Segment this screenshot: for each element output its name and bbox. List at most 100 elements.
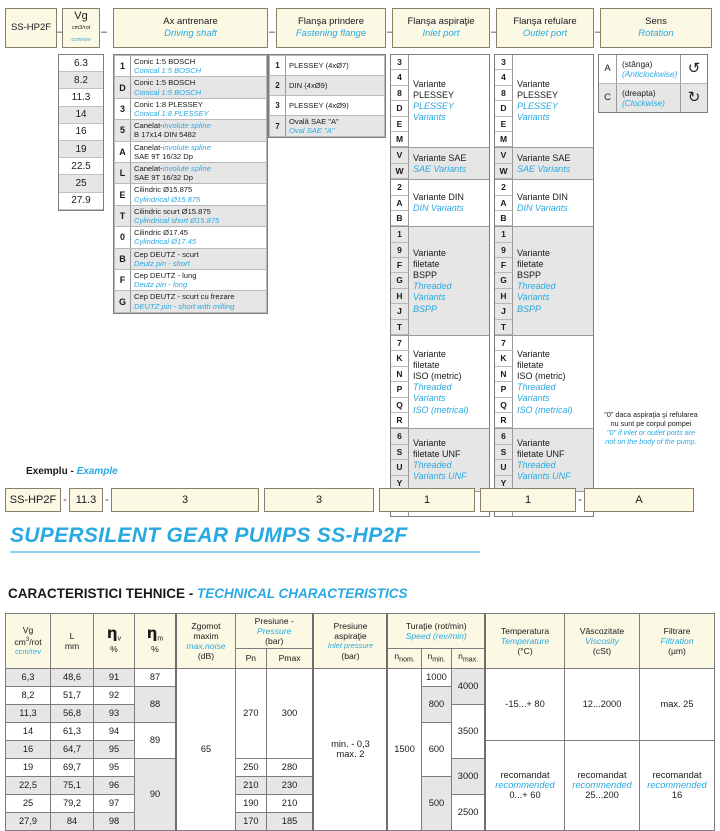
tech-filtration-rec-value: 16 xyxy=(671,790,683,801)
vg-value: 16 xyxy=(59,123,103,141)
inlet-port-desc-ro: Variante DIN xyxy=(413,192,464,202)
th-n-min-sub: min. xyxy=(432,656,446,664)
tech-header-row-1: Vg cm3/rot ccm/rev L mm ηv % ηm % Zgomot… xyxy=(5,613,715,669)
inlet-port-option-group[interactable]: 2 A B Variante DIN DIN Variants xyxy=(391,180,489,228)
shaft-desc-en: Deutz pin - long xyxy=(134,280,188,290)
inlet-port-code: K xyxy=(391,351,408,367)
th-inlet-pressure: Presiune aspiraţie Inlet pressure (bar) xyxy=(312,613,388,669)
tech-filtration-range: max. 25 xyxy=(639,667,715,741)
vg-value: 14 xyxy=(59,106,103,124)
example-code-cell: SS-HP2F xyxy=(5,488,61,512)
driving-shaft-description: Cep DEUTZ - scurt cu frezare DEUTZ pin - … xyxy=(130,290,267,313)
inlet-port-description: Variante filetate UNF Threaded Variants UNF xyxy=(409,429,489,491)
tech-pmax: 210 xyxy=(265,793,314,813)
inlet-port-code: F xyxy=(391,258,408,274)
driving-shaft-row[interactable]: B Cep DEUTZ - scurt Deutz pin - short xyxy=(114,247,267,271)
outlet-port-option-group[interactable]: 6 S U Y Variante filetate UNF Threaded Variants… xyxy=(495,429,593,492)
tech-vg: 16 xyxy=(5,739,51,759)
driving-shaft-row[interactable]: L Canelat-involute spline SAE 9T 16/32 Dp xyxy=(114,162,267,185)
shaft-header-box: Ax antrenare Driving shaft xyxy=(113,8,268,48)
outlet-port-desc-ro: ISO (metric) xyxy=(517,371,566,381)
rotation-option-row[interactable]: C (dreapta) (Clockwise) ↻ xyxy=(599,84,707,112)
example-code-cell: 1 xyxy=(379,488,475,512)
vg-values-table: 6.3 8.2 11.3 14 16 19 22.5 25 27.9 xyxy=(59,55,103,210)
th-eta-m-sub: m xyxy=(157,635,164,643)
outlet-port-option-group[interactable]: V W Variante SAE SAE Variants xyxy=(495,148,593,181)
tech-pn: 190 xyxy=(235,793,267,813)
inlet-port-desc-ro: filetate UNF xyxy=(413,448,461,459)
driving-shaft-row[interactable]: 5 Canelat-involute spline B 17x14 DIN 5482 xyxy=(114,119,267,142)
inlet-port-desc-en: Threaded xyxy=(413,281,452,292)
example-code-cell: 1 xyxy=(480,488,576,512)
tech-pmax: 230 xyxy=(265,775,314,795)
driving-shaft-row[interactable]: D Conic 1:5 BOSCH Conical 1:5 BOSCH xyxy=(114,76,267,99)
tech-l: 51,7 xyxy=(50,685,94,705)
inlet-port-code: 1 xyxy=(391,227,408,243)
tech-viscosity-rec-ro: recomandat xyxy=(577,770,627,781)
th-n-nom-sub: nom. xyxy=(399,656,415,664)
outlet-port-code: J xyxy=(495,304,512,320)
inlet-port-description: Variante DIN DIN Variants xyxy=(409,180,489,226)
outlet-port-code: N xyxy=(495,367,512,383)
driving-shaft-row[interactable]: 0 Cilindric Ø17.45 Cylindrical Ø17.45 xyxy=(114,226,267,249)
outlet-port-code-list: 6SUY xyxy=(495,429,513,491)
fastening-flange-row[interactable]: 3 PLESSEY (4xØ9) xyxy=(269,95,385,116)
rotation-header-box: Sens Rotation xyxy=(600,8,712,48)
driving-shaft-row[interactable]: T Cilindric scurt Ø15.875 Cylindrical shor… xyxy=(114,204,267,228)
tech-eta-v: 92 xyxy=(93,685,135,705)
inlet-port-option-group[interactable]: 3 4 8 D E M Variante PLESSEY PLESSEY Variants xyxy=(391,55,489,149)
outlet-port-option-group[interactable]: 2 A B Variante DIN DIN Variants xyxy=(495,180,593,228)
example-code-cell: 3 xyxy=(111,488,259,512)
shaft-desc-en: Cylindrical short Ø15.875 xyxy=(134,216,220,226)
tech-temperature-range: -15...+ 80 xyxy=(484,667,565,741)
fastening-flange-description: DIN (4xØ9) xyxy=(285,75,385,96)
th-temp-unit: (°C) xyxy=(517,645,533,656)
rotation-option-row[interactable]: A (stânga) (Anticlockwise) ↺ xyxy=(599,55,707,84)
fastening-flange-row[interactable]: 2 DIN (4xØ9) xyxy=(269,75,385,96)
inlet-port-desc-ro: Variante xyxy=(413,247,446,258)
outlet-port-code: M xyxy=(495,132,512,148)
outlet-port-desc-ro: Variante xyxy=(517,437,550,448)
driving-shaft-row[interactable]: F Cep DEUTZ - lung Deutz pin - long xyxy=(114,269,267,292)
outlet-port-code: A xyxy=(495,196,512,211)
inlet-port-option-group[interactable]: 1 9 F G H J T Variante filetate BSPP Threaded Varia… xyxy=(391,227,489,337)
driving-shaft-row[interactable]: 3 Conic 1:8 PLESSEY Conical 1:8 PLESSEY xyxy=(114,97,267,121)
fastening-flange-row[interactable]: 7 Ovală SAE "A" Oval SAE "A" xyxy=(269,114,385,138)
vg-unit-ro: cm3/rot xyxy=(71,25,91,31)
tech-l: 79,2 xyxy=(50,793,94,813)
inlet-port-desc-en: SAE Variants xyxy=(413,163,467,174)
th-inlet-unit: (bar) xyxy=(341,650,360,661)
tech-table-head: Vg cm3/rot ccm/rev L mm ηv % ηm % Zgomot… xyxy=(5,613,715,669)
th-noise-ro-1: Zgomot xyxy=(191,620,221,631)
inlet-port-code-list: 348DEM xyxy=(391,55,409,148)
driving-shaft-row[interactable]: A Canelat-involute spline SAE 9T 16/32 Dp xyxy=(114,140,267,164)
inlet-port-options-column: 3 4 8 D E M Variante PLESSEY PLESSEY Variants V W Va… xyxy=(390,54,490,518)
tech-pmax: 185 xyxy=(265,811,314,831)
driving-shaft-row[interactable]: G Cep DEUTZ - scurt cu frezare DEUTZ pin -… xyxy=(114,290,267,313)
driving-shaft-row[interactable]: E Cilindric Ø15.875 Cylindrical Ø15.875 xyxy=(114,183,267,206)
rotation-header-en: Rotation xyxy=(638,28,674,39)
outlet-port-code: 4 xyxy=(495,70,512,86)
outlet-port-option-group[interactable]: 1 9 F G H J T Variante filetate BSPP Threaded Varia… xyxy=(495,227,593,337)
inlet-port-option-group[interactable]: V W Variante SAE SAE Variants xyxy=(391,148,489,181)
shaft-desc-en: Conical 1:5 BOSCH xyxy=(134,87,202,97)
outlet-port-option-group[interactable]: 7 K N P Q R Variante filetate ISO (metric) Thread… xyxy=(495,336,593,430)
driving-shaft-row[interactable]: 1 Conic 1:5 BOSCH Conical 1:5 BOSCH xyxy=(114,54,267,78)
outlet-port-desc-ro: PLESSEY xyxy=(517,89,559,100)
inlet-port-desc-en: Variants xyxy=(413,393,446,404)
inlet-port-option-group[interactable]: 6 S U Y Variante filetate UNF Threaded Variants… xyxy=(391,429,489,492)
outlet-port-code: 3 xyxy=(495,55,512,71)
fastening-flange-header-en: Fastening flange xyxy=(295,28,367,39)
fastening-flange-code: 7 xyxy=(269,114,286,138)
inlet-port-desc-en: Variants xyxy=(413,292,446,303)
outlet-port-option-group[interactable]: 3 4 8 D E M Variante PLESSEY PLESSEY Variants xyxy=(495,55,593,149)
vg-header-box: Vg cm3/rot ccm/rev xyxy=(62,8,100,48)
inlet-port-code: N xyxy=(391,367,408,383)
inlet-port-code: S xyxy=(391,445,408,461)
fastening-flange-row[interactable]: 1 PLESSEY (4xØ7) xyxy=(269,55,385,76)
th-viscosity: Văscozitate Viscosity (cSt) xyxy=(564,613,640,669)
rotation-arrow-icon: ↻ xyxy=(680,84,707,112)
th-pressure: Presiune - Pressure (bar) xyxy=(235,613,314,649)
inlet-port-option-group[interactable]: 7 K N P Q R Variante filetate ISO (metric) Thread… xyxy=(391,336,489,430)
outlet-port-code: V xyxy=(495,148,512,164)
